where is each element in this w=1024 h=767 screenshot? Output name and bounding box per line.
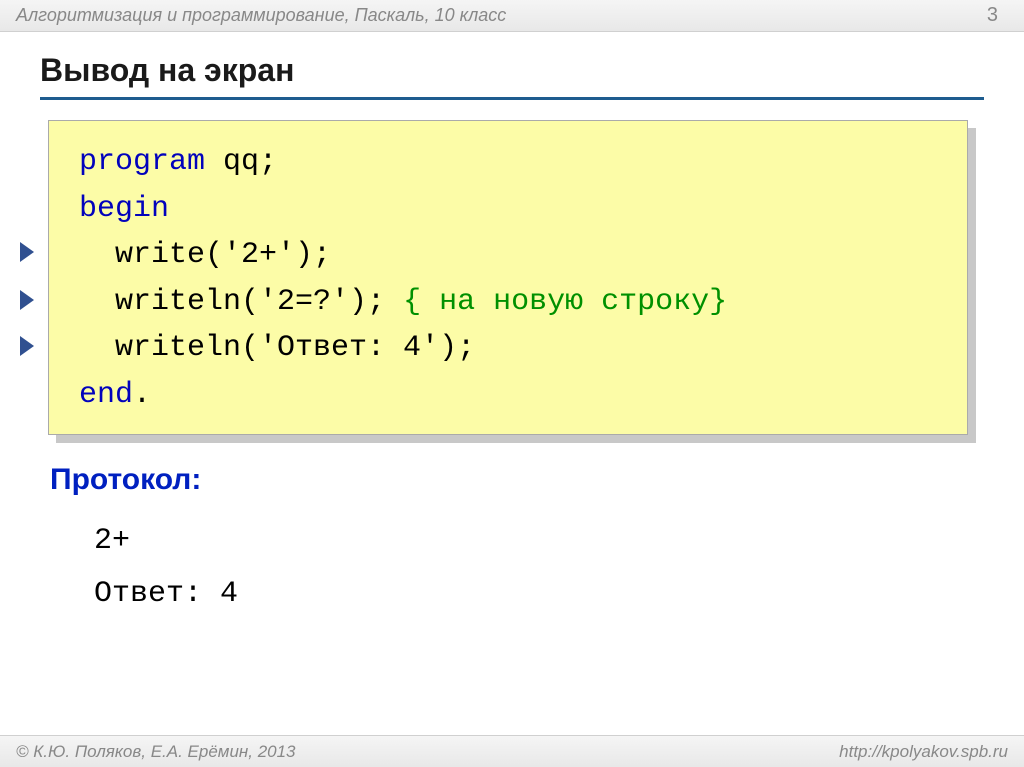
code-comment: { на новую строку} xyxy=(403,285,727,319)
top-bar: Алгоритмизация и программирование, Паска… xyxy=(0,0,1024,32)
title-underline xyxy=(40,97,984,100)
code-text: qq; xyxy=(205,145,277,179)
code-string: 'Ответ: 4' xyxy=(259,331,439,365)
code-text: ); xyxy=(439,331,475,365)
protocol-label: Протокол: xyxy=(50,463,984,497)
code-box: program qq; begin write('2+'); writeln('… xyxy=(48,120,968,435)
code-text: writeln( xyxy=(79,331,259,365)
code-text: write( xyxy=(79,238,223,272)
bullet-icon xyxy=(20,290,34,310)
protocol-output: 2+ Ответ: 4 xyxy=(94,515,984,620)
protocol-section: Протокол: 2+ Ответ: 4 xyxy=(50,463,984,620)
code-keyword: program xyxy=(79,145,205,179)
output-line: Ответ: 4 xyxy=(94,568,984,621)
code-string: '2+' xyxy=(223,238,295,272)
bottom-bar: © К.Ю. Поляков, Е.А. Ерёмин, 2013 http:/… xyxy=(0,735,1024,767)
output-line: 2+ xyxy=(94,515,984,568)
code-area: program qq; begin write('2+'); writeln('… xyxy=(48,120,984,435)
code-line: end. xyxy=(79,372,937,419)
code-keyword: begin xyxy=(79,192,169,226)
code-line: write('2+'); xyxy=(79,232,937,279)
code-line: writeln('Ответ: 4'); xyxy=(79,325,937,372)
footer-url: http://kpolyakov.spb.ru xyxy=(839,742,1008,762)
code-line: program qq; xyxy=(79,139,937,186)
header-title: Алгоритмизация и программирование, Паска… xyxy=(16,5,506,26)
code-string: '2=?' xyxy=(259,285,349,319)
slide-title: Вывод на экран xyxy=(40,52,984,89)
code-line: writeln('2=?'); { на новую строку} xyxy=(79,279,937,326)
page-number: 3 xyxy=(987,4,998,27)
footer-copyright: © К.Ю. Поляков, Е.А. Ерёмин, 2013 xyxy=(16,742,296,762)
slide-content: Вывод на экран program qq; begin write('… xyxy=(0,32,1024,620)
code-text: ); xyxy=(295,238,331,272)
bullet-icon xyxy=(20,242,34,262)
code-line: begin xyxy=(79,186,937,233)
bullet-icon xyxy=(20,336,34,356)
code-text: ); xyxy=(349,285,403,319)
code-keyword: end xyxy=(79,378,133,412)
code-text: . xyxy=(133,378,151,412)
code-text: writeln( xyxy=(79,285,259,319)
